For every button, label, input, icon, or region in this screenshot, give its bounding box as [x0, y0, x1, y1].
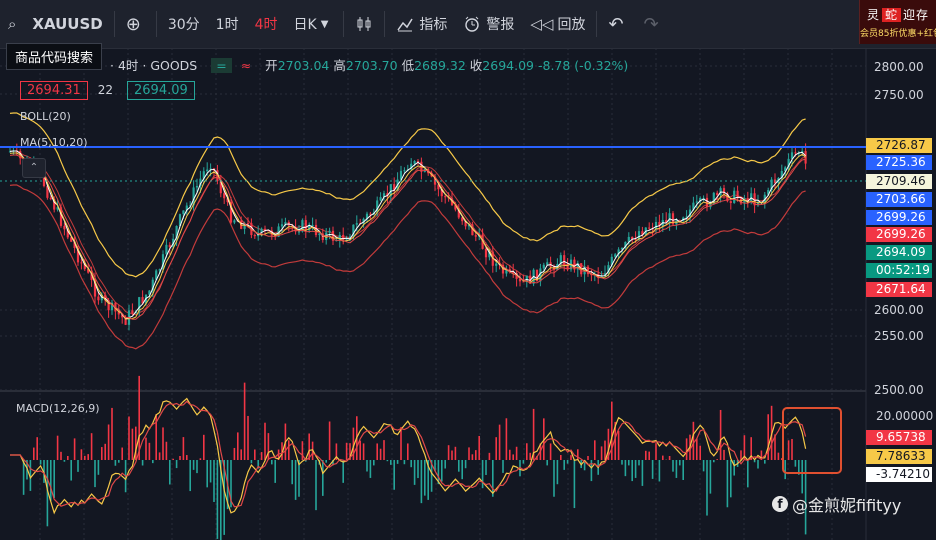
watermark: f @金煎妮fifityy: [772, 492, 901, 516]
candle-body: [369, 213, 372, 215]
spread-value: 22: [97, 83, 114, 97]
candle-body: [546, 262, 549, 265]
candle-body: [97, 296, 100, 301]
legend-timeframe: · 4时 · GOODS: [110, 58, 198, 73]
price-tag: 00:52:19: [866, 263, 932, 278]
price-tag: 2699.26: [866, 210, 932, 225]
candle-body: [182, 210, 185, 215]
candle-body: [654, 221, 658, 230]
price-tag: 2726.87: [866, 138, 932, 153]
boll-legend[interactable]: BOLL(20): [20, 110, 71, 123]
open-label: 开: [265, 58, 278, 73]
candle-body: [165, 244, 168, 255]
candle-body: [318, 233, 321, 236]
ask-price[interactable]: 2694.09: [127, 81, 195, 100]
candle-body: [733, 190, 736, 203]
candle-body: [342, 234, 345, 241]
chevron-up-icon: ⌃: [29, 162, 39, 173]
candle-body: [297, 231, 301, 233]
candle-body: [474, 235, 477, 237]
price-axis-label: 2600.00: [874, 303, 924, 317]
candle-body: [794, 152, 797, 154]
candle-body: [280, 224, 284, 227]
open-value: 2703.04: [277, 58, 330, 73]
macd-axis-label: 7.78633: [866, 449, 932, 464]
price-tag: 2694.09: [866, 245, 932, 260]
price-tag: 2709.46: [866, 174, 932, 189]
ma10-line: [9, 152, 806, 320]
candle-body: [233, 220, 236, 223]
bid-ask-row: 2694.31 22 2694.09: [20, 81, 201, 100]
legend-symbol-row: · 4时 · GOODS = ≈ 开2703.04 高2703.70 低2689…: [110, 55, 628, 74]
candle-body: [716, 192, 719, 195]
candle-body: [49, 197, 52, 200]
symbol-search-tooltip: 商品代码搜索: [6, 43, 103, 70]
candle-body: [80, 262, 83, 264]
high-label: 高: [333, 58, 346, 73]
candle-body: [444, 196, 447, 198]
price-tag: 2703.66: [866, 192, 932, 207]
price-axis-label: 2750.00: [874, 88, 924, 102]
price-tag: 2699.26: [866, 227, 932, 242]
candle-body: [304, 220, 307, 231]
candle-body: [413, 161, 416, 164]
macd-axis-label: 20.00000: [876, 409, 934, 423]
facebook-icon: f: [772, 496, 788, 512]
boll-middle-band: [9, 150, 806, 316]
bid-price[interactable]: 2694.31: [20, 81, 88, 100]
candle-body: [403, 170, 406, 172]
candle-body: [614, 254, 617, 257]
candlesticks: [8, 143, 807, 331]
candle-body: [206, 169, 209, 172]
candle-body: [668, 213, 671, 224]
candle-body: [379, 197, 382, 201]
low-label: 低: [401, 58, 415, 73]
price-axis-label: 2500.00: [874, 383, 924, 397]
candle-body: [522, 281, 525, 283]
macd-axis-label: 9.65738: [866, 430, 932, 445]
candle-body: [495, 263, 498, 266]
ma5-line: [9, 150, 806, 320]
close-value: 2694.09: [482, 58, 534, 73]
moving-averages: [9, 150, 806, 320]
low-value: 2689.32: [414, 58, 466, 73]
macd-axis-label: -3.74210: [866, 467, 932, 482]
candle-body: [131, 310, 134, 314]
candle-body: [804, 150, 807, 164]
candle-body: [223, 193, 226, 199]
price-axis-label: 2550.00: [874, 329, 924, 343]
candle-body: [355, 223, 358, 225]
candle-body: [246, 223, 250, 225]
price-tag: 2725.36: [866, 155, 932, 170]
candle-body: [648, 227, 651, 229]
legend-settings-icon[interactable]: =: [211, 58, 232, 73]
change-value: -8.78 (-0.32%): [537, 58, 629, 73]
candle-body: [311, 224, 314, 226]
legend-wave-icon[interactable]: ≈: [241, 58, 251, 73]
boll-upper-band: [9, 112, 806, 278]
candle-body: [253, 234, 256, 237]
candle-body: [542, 264, 545, 269]
price-tag: 2671.64: [866, 282, 932, 297]
candle-body: [729, 201, 732, 203]
ma-legend[interactable]: MA(5,10,20): [20, 136, 88, 149]
macd-legend[interactable]: MACD(12,26,9): [16, 402, 100, 415]
candle-body: [695, 201, 698, 203]
candle-body: [63, 225, 66, 230]
collapse-legend-button[interactable]: ⌃: [22, 158, 46, 178]
candle-body: [328, 230, 331, 233]
close-label: 收: [469, 58, 483, 73]
candle-body: [195, 185, 199, 188]
watermark-text: @金煎妮fifityy: [792, 496, 902, 515]
macd-pane: [10, 375, 807, 540]
candle-body: [484, 248, 488, 258]
price-axis-label: 2800.00: [874, 60, 924, 74]
candle-body: [563, 255, 566, 266]
high-value: 2703.70: [345, 58, 398, 73]
